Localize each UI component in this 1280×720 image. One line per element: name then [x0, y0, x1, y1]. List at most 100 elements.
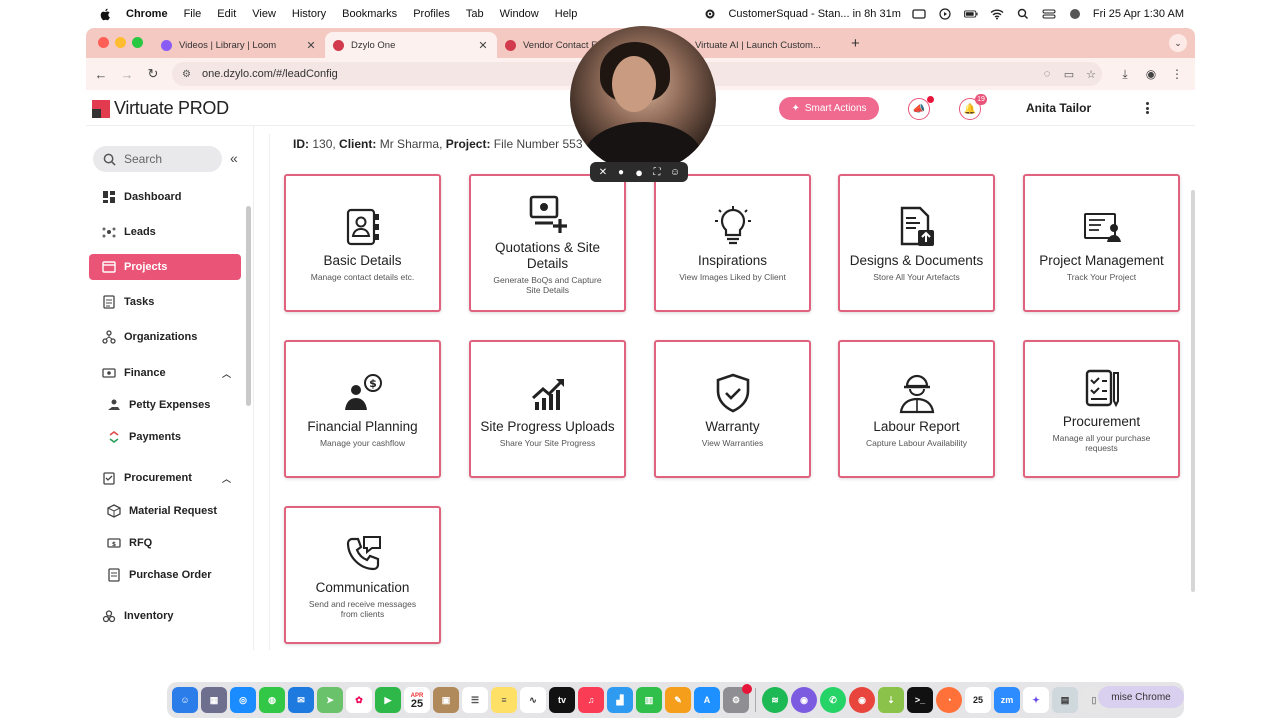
fullscreen-icon[interactable]: ⛶	[650, 167, 664, 178]
reminders-icon[interactable]: ☰	[462, 687, 488, 713]
contacts-icon[interactable]: ▣	[433, 687, 459, 713]
launchpad-icon[interactable]: ▦	[201, 687, 227, 713]
install-app-icon[interactable]: ▭	[1058, 68, 1080, 81]
sidebar-item-petty-expenses[interactable]: Petty Expenses	[89, 392, 241, 418]
calendar-icon[interactable]: APR 25	[404, 687, 430, 713]
reload-icon[interactable]: ↻	[140, 61, 166, 87]
sidebar-item-procurement[interactable]: Procurement ︿	[89, 465, 241, 491]
mail-icon[interactable]: ✉	[288, 687, 314, 713]
browser-tab-dzylo[interactable]: Dzylo One ✕	[325, 32, 497, 58]
terminal-icon[interactable]: >_	[907, 687, 933, 713]
sidebar-scrollbar[interactable]	[246, 206, 251, 406]
spotlight-search-icon[interactable]	[1015, 8, 1031, 20]
whatsapp-business-icon[interactable]: ◉	[791, 687, 817, 713]
menu-bookmarks[interactable]: Bookmarks	[342, 8, 397, 20]
spotify-icon[interactable]: ≋	[762, 687, 788, 713]
play-icon[interactable]	[937, 8, 953, 20]
sidebar-item-payments[interactable]: Payments	[89, 424, 241, 450]
zoom-window-button[interactable]	[132, 37, 143, 48]
card-project-management[interactable]: Project Management Track Your Project	[1023, 174, 1180, 312]
system-settings-icon[interactable]: ⚙	[723, 684, 752, 713]
card-financial-planning[interactable]: $ Financial Planning Manage your cashflo…	[284, 340, 441, 478]
whatsapp-icon[interactable]: ✆	[820, 687, 846, 713]
small-size-icon[interactable]: ●	[614, 167, 628, 178]
search-input[interactable]: Search	[93, 146, 222, 172]
forward-arrow-icon[interactable]: →	[114, 61, 140, 87]
profile-icon[interactable]: ◉	[1141, 67, 1161, 82]
card-labour-report[interactable]: Labour Report Capture Labour Availabilit…	[838, 340, 995, 478]
page-scrollbar[interactable]	[1191, 190, 1195, 592]
linear-icon[interactable]: ✦	[1023, 687, 1049, 713]
sidebar-item-purchase-order[interactable]: Purchase Order	[89, 562, 241, 588]
sidebar-item-organizations[interactable]: Organizations	[89, 324, 241, 350]
brand-logo[interactable]: Virtuate PROD	[92, 98, 229, 119]
firefox-icon[interactable]: ◔	[936, 687, 962, 713]
app-store-icon[interactable]: A	[694, 687, 720, 713]
menu-profiles[interactable]: Profiles	[413, 8, 450, 20]
apple-tv-icon[interactable]: tv	[549, 687, 575, 713]
sidebar-item-inventory[interactable]: Inventory	[89, 603, 241, 629]
pages-icon[interactable]: ✎	[665, 687, 691, 713]
gear-icon[interactable]	[702, 8, 718, 20]
chevron-up-icon[interactable]: ︿	[222, 472, 231, 485]
card-basic-details[interactable]: Basic Details Manage contact details etc…	[284, 174, 441, 312]
card-inspirations[interactable]: Inspirations View Images Liked by Client	[654, 174, 811, 312]
card-warranty[interactable]: Warranty View Warranties	[654, 340, 811, 478]
bookmark-star-icon[interactable]: ☆	[1080, 68, 1102, 81]
menu-window[interactable]: Window	[500, 8, 539, 20]
screen-mirror-icon[interactable]	[911, 8, 927, 20]
close-tab-icon[interactable]: ✕	[477, 39, 489, 52]
freeform-icon[interactable]: ∿	[520, 687, 546, 713]
sidebar-item-leads[interactable]: Leads	[89, 219, 241, 245]
chevron-up-icon[interactable]: ︿	[222, 367, 231, 380]
battery-icon[interactable]	[963, 8, 979, 20]
user-name[interactable]: Anita Tailor	[1026, 101, 1091, 115]
sidebar-item-material-request[interactable]: Material Request	[89, 498, 241, 524]
card-procurement[interactable]: Procurement Manage all your purchase req…	[1023, 340, 1180, 478]
tab-search-chevron-icon[interactable]: ⌄	[1169, 34, 1187, 52]
numbers-icon[interactable]: ▥	[636, 687, 662, 713]
finder-icon[interactable]: ☺	[172, 687, 198, 713]
wifi-icon[interactable]	[989, 8, 1005, 20]
control-center-icon[interactable]	[1041, 8, 1057, 20]
status-app-timer[interactable]: CustomerSquad - Stan... in 8h 31m	[728, 8, 900, 20]
minimize-window-button[interactable]	[115, 37, 126, 48]
webcam-bubble[interactable]	[570, 26, 716, 172]
calendar-alt-icon[interactable]: 25	[965, 687, 991, 713]
apple-logo-icon[interactable]	[98, 7, 112, 21]
card-communication[interactable]: Communication Send and receive messages …	[284, 506, 441, 644]
sidebar-item-rfq[interactable]: $ RFQ	[89, 530, 241, 556]
messages-icon[interactable]: ◍	[259, 687, 285, 713]
zoom-icon[interactable]: zm	[994, 687, 1020, 713]
close-icon[interactable]: ✕	[596, 167, 610, 178]
safari-icon[interactable]: ◎	[230, 687, 256, 713]
menu-bar-clock[interactable]: Fri 25 Apr 1:30 AM	[1093, 8, 1184, 20]
menu-help[interactable]: Help	[555, 8, 578, 20]
browser-tab-loom[interactable]: Videos | Library | Loom ✕	[153, 32, 325, 58]
menu-view[interactable]: View	[252, 8, 276, 20]
notes-icon[interactable]: ≡	[491, 687, 517, 713]
close-window-button[interactable]	[98, 37, 109, 48]
maps-icon[interactable]: ➤	[317, 687, 343, 713]
card-site-progress[interactable]: Site Progress Uploads Share Your Site Pr…	[469, 340, 626, 478]
chrome-icon[interactable]: ◉	[849, 687, 875, 713]
photos-icon[interactable]: ✿	[346, 687, 372, 713]
site-info-icon[interactable]: ⚙	[182, 69, 194, 80]
menu-file[interactable]: File	[184, 8, 202, 20]
download-icon[interactable]: ⤓	[1115, 67, 1135, 82]
siri-icon[interactable]	[1067, 8, 1083, 20]
large-size-icon[interactable]: ●	[632, 165, 646, 180]
minimized-chrome-label[interactable]: mise Chrome	[1098, 686, 1184, 708]
keynote-icon[interactable]: ▟	[607, 687, 633, 713]
sidebar-item-dashboard[interactable]: Dashboard	[89, 184, 241, 210]
back-arrow-icon[interactable]: ←	[88, 61, 114, 87]
preview-icon[interactable]: ▤	[1052, 687, 1078, 713]
close-tab-icon[interactable]: ✕	[305, 39, 317, 52]
sidebar-item-tasks[interactable]: Tasks	[89, 289, 241, 315]
card-designs-documents[interactable]: Designs & Documents Store All Your Artef…	[838, 174, 995, 312]
sidebar-item-projects[interactable]: Projects	[89, 254, 241, 280]
menu-history[interactable]: History	[292, 8, 326, 20]
eye-slash-icon[interactable]: ◌	[1036, 68, 1058, 80]
facetime-icon[interactable]: ▶	[375, 687, 401, 713]
person-icon[interactable]: ☺	[668, 167, 682, 178]
